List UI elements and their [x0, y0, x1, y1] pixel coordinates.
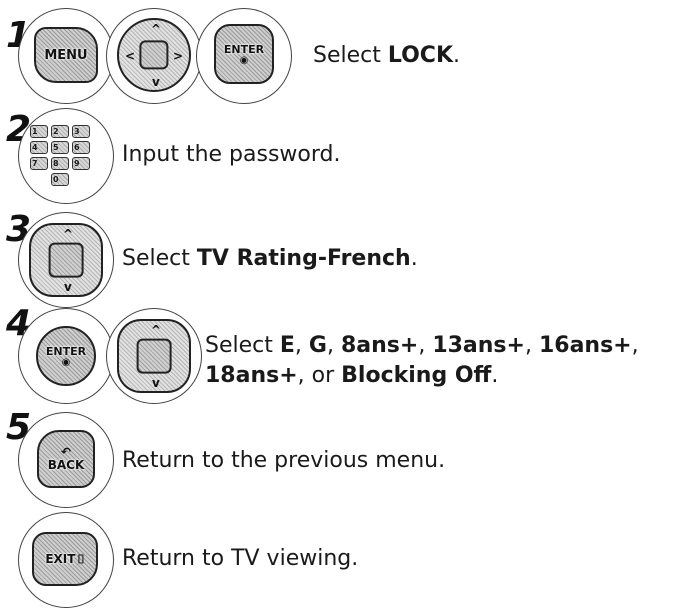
ok-center-icon	[48, 242, 84, 278]
arrow-down-icon: v	[64, 280, 72, 294]
key-7: 7	[30, 157, 48, 170]
enter-dot-icon: ◉	[239, 54, 249, 66]
key-3: 3	[72, 125, 90, 138]
key-2: 2	[51, 125, 69, 138]
key-1: 1	[30, 125, 48, 138]
menu-button-label: MENU	[44, 47, 88, 63]
back-button-icon: ↶ BACK	[37, 430, 95, 488]
lock-keyword: LOCK	[387, 43, 454, 68]
exit-button-label: EXIT	[45, 552, 76, 566]
arrow-up-icon: ^	[63, 227, 74, 241]
step-5-instruction: Return to the previous menu.	[122, 448, 446, 473]
ok-center-icon	[139, 40, 169, 70]
enter-button-label: ENTER	[223, 42, 265, 56]
option-13ans: 13ans+	[432, 333, 525, 358]
enter-button-icon: ENTER ◉	[36, 326, 96, 386]
step-4-instruction-line-1: Select E, G, 8ans+, 13ans+, 16ans+,	[205, 333, 639, 358]
key-4: 4	[30, 141, 48, 154]
menu-button-icon: MENU	[34, 27, 98, 83]
enter-button-icon: ENTER ◉	[214, 24, 274, 84]
option-16ans: 16ans+	[538, 333, 632, 358]
navigation-pad-icon: ^ v	[29, 223, 103, 297]
navigation-pad-icon: ^ v	[117, 319, 191, 393]
return-arrow-icon: ↶	[60, 445, 72, 459]
option-e: E	[279, 333, 295, 358]
arrow-down-icon: v	[152, 376, 160, 390]
key-9: 9	[72, 157, 90, 170]
arrow-up-icon: ^	[151, 323, 162, 337]
number-keypad-icon: 1 2 3 4 5 6 7 8 9 0	[30, 125, 90, 186]
enter-button-label: ENTER	[45, 344, 87, 358]
ok-center-icon	[136, 338, 172, 374]
step-6-instruction: Return to TV viewing.	[122, 546, 359, 571]
step-1-instruction: Select LOCK.	[313, 43, 461, 68]
arrow-down-icon: v	[152, 75, 160, 89]
step-3-instruction: Select TV Rating-French.	[122, 246, 418, 271]
arrow-up-icon: ^	[151, 22, 162, 36]
exit-door-icon: ⌷	[77, 551, 85, 566]
arrow-right-icon: >	[172, 49, 183, 63]
arrow-left-icon: <	[125, 49, 136, 63]
key-0: 0	[51, 173, 69, 186]
key-5: 5	[51, 141, 69, 154]
option-18ans: 18ans+	[205, 363, 298, 388]
option-8ans: 8ans+	[340, 333, 419, 358]
exit-button-icon: EXIT ⌷	[32, 532, 98, 586]
key-8: 8	[51, 157, 69, 170]
back-button-label: BACK	[47, 458, 85, 472]
step-2-instruction: Input the password.	[122, 142, 341, 167]
key-6: 6	[72, 141, 90, 154]
tv-rating-french-keyword: TV Rating-French	[196, 246, 411, 271]
step-4-instruction-line-2: 18ans+, or Blocking Off.	[205, 363, 499, 388]
option-blocking-off: Blocking Off	[341, 363, 492, 388]
option-g: G	[308, 333, 327, 358]
navigation-pad-icon: ^ v < >	[117, 18, 191, 92]
enter-dot-icon: ◉	[61, 356, 71, 368]
